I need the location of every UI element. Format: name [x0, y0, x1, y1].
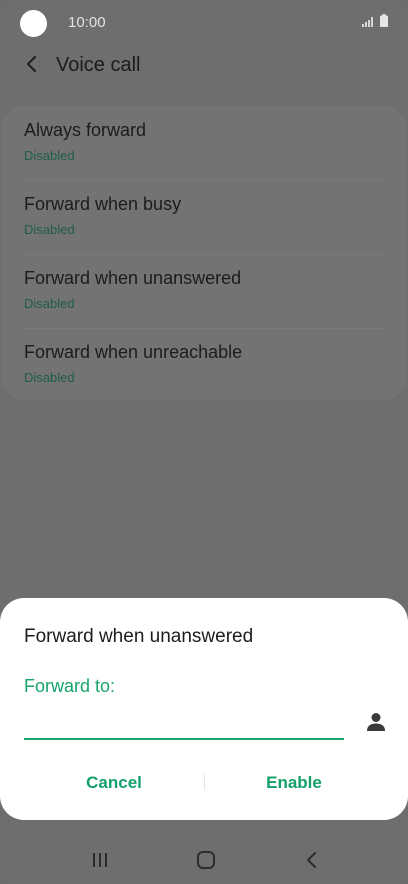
- list-item-status: Disabled: [24, 148, 75, 163]
- forward-to-label: Forward to:: [24, 676, 116, 696]
- recents-icon: [93, 853, 107, 867]
- enable-button[interactable]: Enable: [204, 768, 384, 798]
- signal-icon: [362, 17, 373, 27]
- app-header: Voice call: [0, 46, 408, 86]
- dialog-title: Forward when unanswered: [24, 626, 254, 647]
- forwarding-dialog: Forward when unanswered Forward to: Canc…: [0, 598, 408, 820]
- status-bar: 10:00: [0, 0, 408, 46]
- forwarding-options-card: Always forward Disabled Forward when bus…: [2, 106, 406, 400]
- recents-button[interactable]: [80, 844, 120, 876]
- battery-icon: [380, 14, 388, 27]
- nav-back-icon: [307, 852, 316, 868]
- list-item-forward-when-unanswered[interactable]: Forward when unanswered Disabled: [24, 254, 384, 328]
- status-icons: [362, 14, 388, 27]
- contact-icon[interactable]: [364, 710, 388, 734]
- list-item-forward-when-busy[interactable]: Forward when busy Disabled: [24, 180, 384, 254]
- list-item-forward-when-unreachable[interactable]: Forward when unreachable Disabled: [24, 328, 384, 402]
- list-item-status: Disabled: [24, 296, 75, 311]
- navigation-bar: [0, 836, 408, 884]
- status-time: 10:00: [68, 14, 106, 31]
- forward-number-input[interactable]: [24, 706, 348, 738]
- cancel-button[interactable]: Cancel: [24, 768, 204, 798]
- list-item-title: Forward when busy: [24, 194, 182, 214]
- list-item-title: Always forward: [24, 120, 147, 140]
- phone-screen: 10:00 Voice call Always forward Disabled: [0, 0, 408, 884]
- back-arrow-icon[interactable]: [20, 52, 44, 76]
- list-item-status: Disabled: [24, 370, 75, 385]
- list-item-status: Disabled: [24, 222, 75, 237]
- list-item-title: Forward when unreachable: [24, 342, 243, 362]
- camera-cutout: [20, 10, 47, 37]
- home-icon: [197, 851, 215, 869]
- back-button[interactable]: [292, 844, 332, 876]
- list-item-always-forward[interactable]: Always forward Disabled: [24, 106, 384, 180]
- home-button[interactable]: [186, 844, 226, 876]
- page-title: Voice call: [56, 54, 141, 76]
- input-underline: [24, 738, 344, 740]
- list-item-title: Forward when unanswered: [24, 268, 242, 288]
